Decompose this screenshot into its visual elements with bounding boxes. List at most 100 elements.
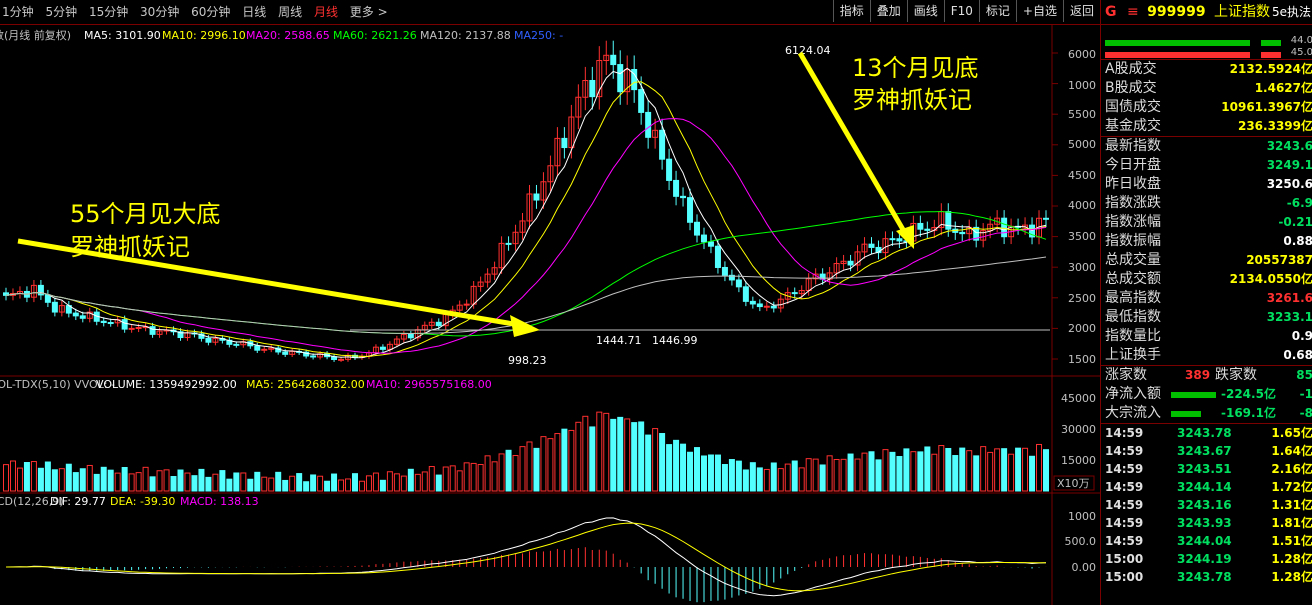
up-value: 389 [1185, 368, 1211, 382]
tab-1min[interactable]: 1分钟 [2, 0, 34, 24]
volume-bar [233, 472, 240, 492]
stat-label: 上证换手 [1105, 347, 1161, 363]
volume-bar [875, 459, 882, 492]
volume-bar [994, 448, 1001, 492]
price-axis-label: 2500 [1068, 292, 1096, 305]
candle-body [205, 337, 212, 343]
volume-bar [414, 473, 421, 492]
stat-row: 指数量比 0.9 [1101, 327, 1312, 346]
volume-bar [561, 428, 568, 492]
volume-bar [456, 470, 463, 492]
tick-price: 3243.78 [1177, 426, 1232, 440]
candle-body [742, 286, 749, 302]
volume-bar [952, 455, 959, 492]
candle-body [254, 345, 261, 351]
candle-body [680, 195, 687, 199]
dif-line [5, 517, 1047, 597]
tick-time: 14:59 [1105, 444, 1144, 458]
candle-body [338, 358, 345, 361]
tab-60min[interactable]: 60分钟 [191, 0, 230, 24]
candle-body [700, 234, 707, 243]
volume-bar [365, 475, 372, 492]
stat-value: 0.88 [1283, 234, 1312, 248]
tick-row: 14:59 3244.04 1.51亿 [1101, 532, 1312, 550]
draw-line-button[interactable]: 画线 [906, 0, 944, 22]
volume-bar [617, 416, 624, 492]
volume-bar [931, 453, 938, 492]
tick-time: 14:59 [1105, 426, 1144, 440]
volume-bar [861, 452, 868, 492]
volume-bar [219, 470, 226, 492]
volume-bar [554, 433, 561, 492]
tab-30min[interactable]: 30分钟 [140, 0, 179, 24]
stat-label: 总成交量 [1105, 252, 1161, 268]
tick-time: 14:59 [1105, 462, 1144, 476]
price-axis-label: 4500 [1068, 169, 1096, 182]
volume-bar [512, 455, 519, 492]
volume-bar [428, 466, 435, 492]
kline-chart[interactable]: 指数(月线 前复权) MA5: 3101.90 MA10: 2996.10 MA… [0, 25, 1100, 605]
breadth-row: 涨家数 389 跌家数 85 [1101, 365, 1312, 385]
stat-value: 3250.6 [1266, 177, 1312, 191]
volume-bar [659, 433, 666, 492]
volume-bar [777, 468, 784, 492]
candle-body [847, 260, 854, 266]
menu-icon[interactable]: ≡ [1127, 4, 1139, 20]
volume-bar [351, 473, 358, 492]
candle-body [282, 351, 289, 355]
volume-bar [707, 454, 714, 492]
annotation-text-1b: 罗神抓妖记 [70, 233, 190, 261]
volume-bar [1022, 447, 1029, 492]
add-watchlist-button[interactable]: +自选 [1015, 0, 1063, 22]
stat-value: 1.4627亿 [1254, 81, 1312, 95]
stat-row: 总成交量 20557387 [1101, 251, 1312, 270]
back-button[interactable]: 返回 [1062, 0, 1100, 22]
volume-bar [142, 466, 149, 492]
volume-bar [205, 476, 212, 492]
tab-daily[interactable]: 日线 [242, 0, 266, 24]
tick-price: 3244.19 [1177, 552, 1232, 566]
g-badge: G [1105, 4, 1117, 20]
price-axis-label: 1000 [1068, 79, 1096, 92]
high-price-label: 6124.04 [785, 44, 831, 57]
macd-value: MACD: 138.13 [180, 495, 259, 508]
f10-button[interactable]: F10 [943, 0, 979, 22]
stat-label: 指数振幅 [1105, 233, 1161, 249]
tab-15min[interactable]: 15分钟 [89, 0, 128, 24]
tab-5min[interactable]: 5分钟 [45, 0, 77, 24]
macd-axis-label: 1000 [1068, 510, 1096, 523]
price-axis-label: 2000 [1068, 322, 1096, 335]
stat-row: 总成交额 2134.0550亿 [1101, 270, 1312, 289]
candle-body [379, 346, 386, 350]
volume-bar [896, 456, 903, 492]
tick-price: 3244.14 [1177, 480, 1232, 494]
volume-bar [728, 459, 735, 492]
ma5-legend: MA5: 3101.90 [84, 29, 161, 42]
tick-time: 14:59 [1105, 516, 1144, 530]
block-inflow-bar [1171, 411, 1201, 417]
tab-monthly[interactable]: 月线 [314, 0, 338, 24]
candle-body [233, 343, 240, 346]
tick-time: 15:00 [1105, 570, 1144, 584]
volume-bar [526, 441, 533, 492]
volume-bar [945, 447, 952, 492]
stat-value: 3261.6 [1266, 291, 1312, 305]
net-inflow-row: 净流入额 -224.5亿 -1 [1101, 385, 1312, 404]
volume-bar [505, 449, 512, 492]
volume-bar [386, 471, 393, 492]
volume-bar [784, 463, 791, 492]
mark-button[interactable]: 标记 [978, 0, 1016, 22]
stat-label: 昨日收盘 [1105, 176, 1161, 192]
volume-bar [854, 458, 861, 492]
tab-more[interactable]: 更多 > [350, 0, 388, 24]
price-grid [1052, 52, 1058, 360]
overlay-button[interactable]: 叠加 [869, 0, 907, 22]
volume-bar [254, 471, 261, 492]
volume-bar [694, 447, 701, 492]
indicator-button[interactable]: 指标 [832, 0, 870, 22]
tick-volume: 1.81亿 [1271, 516, 1312, 530]
ratio-bar-green [1105, 40, 1250, 46]
tab-weekly[interactable]: 周线 [278, 0, 302, 24]
volume-bar [289, 475, 296, 492]
volume-bar [910, 451, 917, 492]
